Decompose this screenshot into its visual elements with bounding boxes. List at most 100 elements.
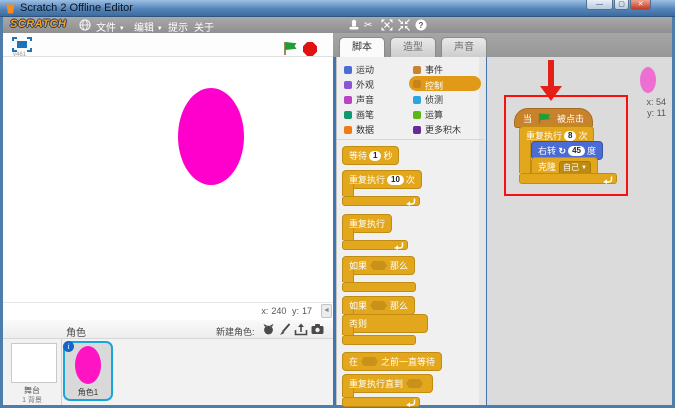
- sprite-x-label: x:: [646, 97, 653, 107]
- maximize-button[interactable]: ▢: [614, 0, 629, 10]
- number-input[interactable]: 1: [369, 151, 381, 161]
- new-sprite-label: 新建角色:: [216, 325, 255, 338]
- language-globe-icon[interactable]: [79, 19, 91, 31]
- shrink-sprite-icon[interactable]: [398, 19, 410, 31]
- block-repeat-until[interactable]: 重复执行直到: [342, 374, 433, 393]
- fullscreen-icon[interactable]: [12, 37, 32, 52]
- menu-edit[interactable]: 编辑 ▼: [134, 19, 163, 34]
- category-swatch-looks: [344, 81, 352, 89]
- sprite-list-item[interactable]: i 角色1: [63, 341, 113, 401]
- upload-sprite-icon[interactable]: [294, 323, 308, 336]
- number-input[interactable]: 8: [564, 131, 576, 141]
- chevron-down-icon: ▼: [119, 26, 125, 32]
- block-forever-foot: [342, 240, 408, 250]
- duplicate-stamp-icon[interactable]: [348, 19, 360, 31]
- block-wait[interactable]: 等待1秒: [342, 146, 399, 165]
- category-motion[interactable]: 运动: [356, 63, 374, 76]
- stage-backdrop-count: 1 背景: [4, 395, 60, 405]
- block-wait-until[interactable]: 在之前一直等待: [342, 352, 442, 371]
- chevron-down-icon: ▼: [581, 165, 587, 171]
- boolean-slot[interactable]: [406, 379, 423, 388]
- stop-button[interactable]: [303, 42, 317, 56]
- block-if-arm: [342, 270, 354, 282]
- close-button[interactable]: ✕: [630, 0, 651, 10]
- sprite-thumbnail: [75, 346, 101, 384]
- tab-costumes[interactable]: 造型: [390, 37, 436, 57]
- category-events[interactable]: 事件: [425, 63, 443, 76]
- category-swatch-pen: [344, 111, 352, 119]
- boolean-slot[interactable]: [370, 301, 387, 310]
- palette-scrollbar[interactable]: [479, 57, 486, 405]
- category-looks[interactable]: 外观: [356, 78, 374, 91]
- block-repeat-until-arm: [342, 388, 354, 397]
- mouse-y-value: 17: [302, 306, 312, 316]
- scratch-logo[interactable]: SCRATCH: [10, 18, 66, 30]
- green-flag-button[interactable]: [283, 41, 299, 56]
- block-repeat-foot: [342, 196, 420, 206]
- block-repeat-arm: [342, 184, 354, 196]
- mouse-x-value: 240: [271, 306, 286, 316]
- boolean-slot[interactable]: [370, 261, 387, 270]
- menu-bar: SCRATCH 文件 ▼ 编辑 ▼ 提示 关于 ✂: [3, 17, 672, 33]
- stage-sprite-ellipse[interactable]: [178, 88, 244, 185]
- loop-arrow-icon: [393, 242, 404, 250]
- block-if-else-foot: [342, 335, 416, 345]
- annotation-arrow: [548, 60, 554, 87]
- sprite-info-icon[interactable]: i: [63, 341, 74, 352]
- camera-sprite-icon[interactable]: [311, 323, 324, 335]
- new-sprite-library-icon[interactable]: [262, 323, 275, 336]
- category-more-blocks[interactable]: 更多积木: [425, 123, 461, 136]
- title-bar[interactable]: Scratch 2 Offline Editor — ▢ ✕: [0, 0, 675, 17]
- sprite-x-value: 54: [656, 97, 666, 107]
- script-when-flag-clicked[interactable]: 当 被点击: [514, 108, 593, 128]
- category-swatch-moreblocks: [413, 126, 421, 134]
- menu-file[interactable]: 文件 ▼: [96, 19, 125, 34]
- mouse-position: x:240 y:17: [220, 306, 312, 316]
- number-input[interactable]: 45: [568, 146, 585, 156]
- sprite-name: 角色1: [65, 387, 111, 398]
- loop-arrow-icon: [602, 176, 613, 184]
- category-swatch-sensing: [413, 96, 421, 104]
- category-swatch-sound: [344, 96, 352, 104]
- tab-scripts[interactable]: 脚本: [339, 37, 385, 57]
- sprite-y-value: 11: [657, 108, 666, 118]
- sprites-title: 角色: [66, 324, 86, 339]
- paint-new-sprite-icon[interactable]: [279, 323, 291, 336]
- category-sound[interactable]: 声音: [356, 93, 374, 106]
- category-sensing[interactable]: 侦测: [425, 93, 443, 106]
- stage-thumbnail[interactable]: [11, 343, 57, 383]
- menu-about[interactable]: 关于: [194, 19, 214, 34]
- loop-arrow-icon: [405, 399, 416, 407]
- mouse-x-label: x:: [261, 306, 268, 316]
- delete-scissors-icon[interactable]: ✂: [364, 20, 372, 31]
- category-swatch-events: [413, 66, 421, 74]
- menu-tips[interactable]: 提示: [168, 19, 188, 34]
- palette-separator: [337, 139, 485, 140]
- tab-sounds[interactable]: 声音: [441, 37, 487, 57]
- chevron-down-icon: ▼: [157, 26, 163, 32]
- script-repeat-foot: [519, 173, 617, 184]
- grow-sprite-icon[interactable]: [381, 19, 393, 31]
- category-control[interactable]: 控制: [425, 79, 443, 92]
- app-cat-icon: [5, 3, 16, 14]
- svg-text:?: ?: [419, 21, 424, 30]
- sprite-y-label: y:: [647, 108, 654, 118]
- window-title: Scratch 2 Offline Editor: [20, 2, 133, 14]
- block-forever-arm: [342, 228, 354, 240]
- loop-arrow-icon: [405, 198, 416, 206]
- script-repeat-arm: [519, 140, 531, 173]
- block-help-icon[interactable]: ?: [415, 19, 427, 31]
- block-if-foot: [342, 282, 416, 292]
- turn-clockwise-icon: ↻: [559, 146, 567, 156]
- number-input[interactable]: 10: [387, 175, 404, 185]
- category-pen[interactable]: 画笔: [356, 108, 374, 121]
- block-repeat-until-foot: [342, 397, 420, 407]
- category-swatch-motion: [344, 66, 352, 74]
- block-if-else-arm2: [342, 327, 354, 335]
- minimize-button[interactable]: —: [586, 0, 613, 10]
- category-operators[interactable]: 运算: [425, 108, 443, 121]
- panel-collapse-arrow[interactable]: ◄: [321, 304, 332, 318]
- divider: [61, 339, 62, 405]
- category-data[interactable]: 数据: [356, 123, 374, 136]
- boolean-slot[interactable]: [361, 357, 378, 366]
